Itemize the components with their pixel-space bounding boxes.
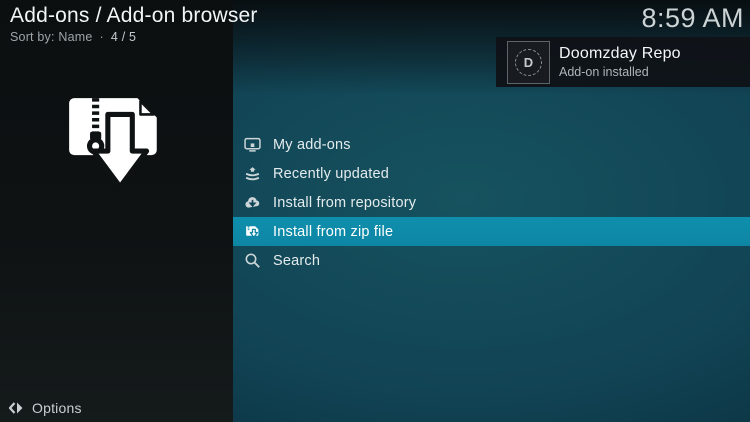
- notification-text: Doomzday Repo Add-on installed: [559, 45, 681, 79]
- notification-subtitle: Add-on installed: [559, 65, 649, 79]
- subtitle-separator: ·: [99, 30, 104, 44]
- options-button[interactable]: Options: [8, 400, 82, 416]
- doomzday-repo-logo-icon: D: [507, 40, 550, 84]
- options-icon: [8, 401, 24, 415]
- repo-logo-ring: D: [515, 48, 542, 76]
- zip-file-download-icon: [62, 92, 170, 200]
- menu-item-label: Install from zip file: [273, 223, 394, 240]
- menu-item-search[interactable]: Search: [233, 246, 750, 275]
- search-icon: [244, 252, 261, 269]
- notification-title: Doomzday Repo: [559, 45, 681, 62]
- clock: 8:59 AM: [641, 3, 744, 33]
- menu-item-install-from-zip-file[interactable]: Install from zip file: [233, 217, 750, 246]
- options-label: Options: [32, 400, 82, 416]
- header: Add-ons / Add-on browser Sort by: Name · 4…: [10, 3, 258, 44]
- addon-browser-menu: My add-ons Recently updated Install from…: [233, 130, 750, 275]
- repo-logo-letter: D: [523, 54, 534, 70]
- menu-item-label: Install from repository: [273, 194, 417, 211]
- item-position: 4 / 5: [110, 30, 137, 44]
- addons-monitor-icon: [244, 136, 261, 153]
- page-subtitle: Sort by: Name · 4 / 5: [10, 30, 258, 44]
- menu-item-label: Recently updated: [273, 165, 390, 182]
- page-title: Add-ons / Add-on browser: [10, 4, 258, 27]
- recently-updated-stack-icon: [244, 165, 261, 182]
- menu-item-my-addons[interactable]: My add-ons: [233, 130, 750, 159]
- menu-item-install-from-repository[interactable]: Install from repository: [233, 188, 750, 217]
- menu-item-label: Search: [273, 252, 321, 269]
- sort-by-label: Sort by: Name: [10, 30, 93, 44]
- zip-file-icon: [244, 223, 261, 240]
- notification-toast: D Doomzday Repo Add-on installed: [496, 37, 750, 87]
- menu-item-label: My add-ons: [273, 136, 351, 153]
- kodi-addon-browser-screen: Add-ons / Add-on browser Sort by: Name · 4…: [0, 0, 750, 422]
- left-panel: [0, 0, 233, 422]
- menu-item-recently-updated[interactable]: Recently updated: [233, 159, 750, 188]
- cloud-download-icon: [244, 194, 261, 211]
